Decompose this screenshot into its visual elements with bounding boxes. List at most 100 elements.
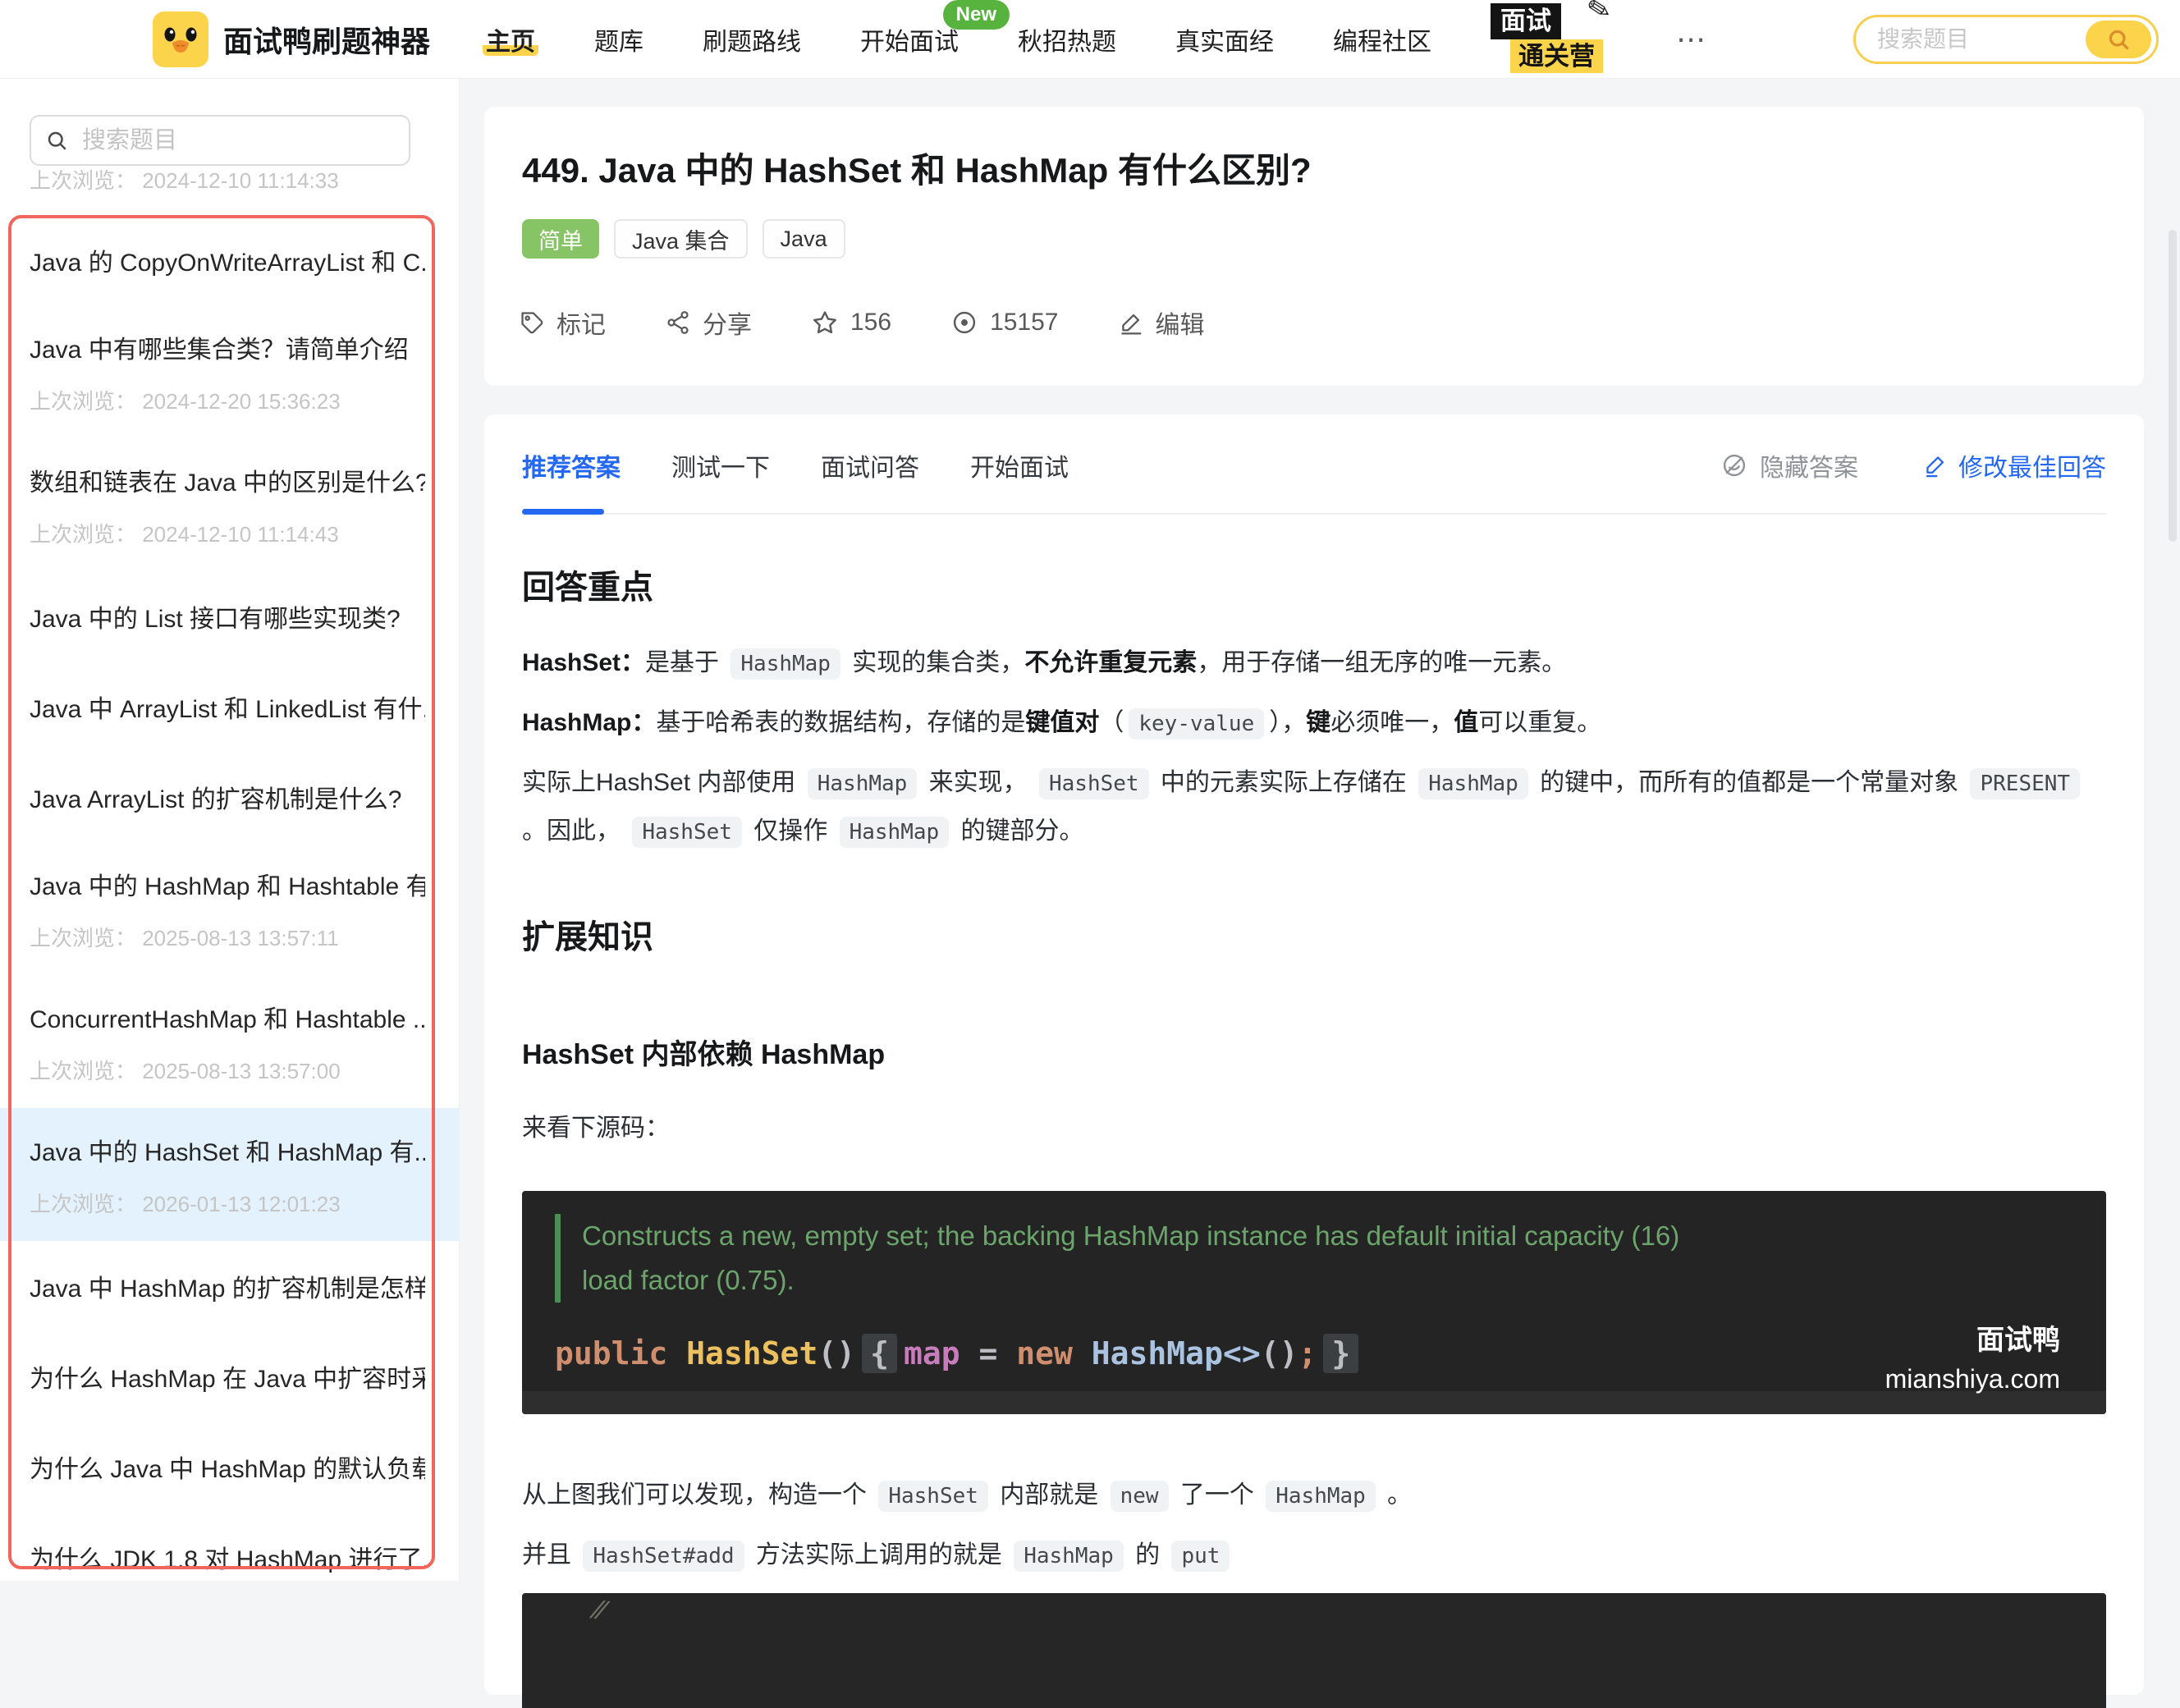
watermark: 面试鸭 mianshiya.com <box>1885 1317 2060 1394</box>
question-item-title: 为什么 HashMap 在 Java 中扩容时采... <box>30 1366 425 1393</box>
difficulty-badge: 简单 <box>522 219 599 259</box>
inline-code: HashMap <box>839 817 950 848</box>
camp-badge[interactable]: 面试 通关营 ✎ <box>1479 0 1619 76</box>
nav-more-button[interactable]: ⋯ <box>1676 22 1708 57</box>
quote-bar <box>555 1214 561 1303</box>
sidebar-search-input[interactable] <box>80 126 396 155</box>
edit-best-label: 修改最佳回答 <box>1958 455 2106 482</box>
hide-answer-button[interactable]: 隐藏答案 <box>1720 447 1858 483</box>
code-line: public HashSet(){map = new HashMap<>();} <box>555 1334 1365 1373</box>
nav-item-1[interactable]: 主页 <box>483 21 539 57</box>
inline-code: HashSet#add <box>583 1541 744 1572</box>
sidebar: 上次浏览： 2024-12-10 11:14:33 Java 的 CopyOnW… <box>0 79 460 1581</box>
question-header-card: 449. Java 中的 HashSet 和 HashMap 有什么区别? 简单… <box>484 107 2144 386</box>
inline-code: HashMap <box>1266 1481 1376 1512</box>
scrollbar-thumb[interactable] <box>2169 230 2177 542</box>
nav-item-7[interactable]: 编程社区 <box>1330 21 1435 57</box>
star-count: 156 <box>850 309 892 336</box>
question-actions: 标记 分享 156 15157 编辑 <box>519 305 2144 341</box>
hide-answer-label: 隐藏答案 <box>1760 455 1858 482</box>
nav-search-button[interactable] <box>2086 20 2151 58</box>
nav-search-input[interactable] <box>1875 25 2086 53</box>
question-list-item[interactable]: 为什么 JDK 1.8 对 HashMap 进行了... <box>0 1512 460 1602</box>
question-item-title: 数组和链表在 Java 中的区别是什么? <box>30 469 425 497</box>
page-title: 449. Java 中的 HashSet 和 HashMap 有什么区别? <box>522 151 1312 190</box>
views-item[interactable]: 15157 <box>950 309 1059 337</box>
question-list-item[interactable]: Java 中 ArrayList 和 LinkedList 有什... <box>0 662 460 752</box>
star-button[interactable]: 156 <box>811 309 891 337</box>
question-item-title: Java 中的 HashSet 和 HashMap 有... <box>30 1138 425 1166</box>
question-item-title: Java 中 ArrayList 和 LinkedList 有什... <box>30 696 425 723</box>
answer-content: 回答重点 HashSet：是基于 HashMap 实现的集合类，不允许重复元素，… <box>522 561 2106 1708</box>
tag-chip[interactable]: Java <box>762 219 845 259</box>
nav-search <box>1853 14 2159 64</box>
last-viewed-timestamp: 上次浏览： 2024-12-10 11:14:33 <box>30 168 339 193</box>
inline-code: key-value <box>1129 708 1265 740</box>
question-item-title: 为什么 Java 中 HashMap 的默认负载... <box>30 1456 425 1483</box>
paragraph: HashSet：是基于 HashMap 实现的集合类，不允许重复元素，用于存储一… <box>522 639 2106 688</box>
nav-item-5[interactable]: 秋招热题 <box>1014 21 1120 57</box>
edit-label: 编辑 <box>1155 312 1205 339</box>
paragraph: HashMap：基于哈希表的数据结构，存储的是键值对（ key-value ），键必… <box>522 699 2106 748</box>
sidebar-search <box>30 115 410 166</box>
tab-3[interactable]: 面试问答 <box>821 447 919 483</box>
last-viewed-timestamp: 上次浏览： 2024-12-10 11:14:43 <box>30 521 339 547</box>
nav-item-label: 刷题路线 <box>703 28 802 56</box>
question-item-title: Java 中有哪些集合类？请简单介绍 <box>30 336 409 364</box>
question-list-item[interactable]: Java 中 HashMap 的扩容机制是怎样... <box>0 1241 460 1331</box>
last-viewed-timestamp: 上次浏览： 2025-08-13 13:57:11 <box>30 925 339 950</box>
question-list-item[interactable]: 数组和链表在 Java 中的区别是什么? 上次浏览： 2024-12-10 11:… <box>0 438 460 571</box>
paragraph: 并且 HashSet#add 方法实际上调用的就是 HashMap 的 put <box>522 1532 2106 1580</box>
answer-card: 推荐答案 测试一下 面试问答 开始面试 隐藏答案 修改最佳回答 回答重点 Has… <box>484 414 2144 1708</box>
nav-item-3[interactable]: 刷题路线 <box>699 21 804 57</box>
inline-code: HashMap <box>807 768 918 799</box>
inline-code: HashMap <box>1014 1541 1124 1572</box>
new-badge: New <box>942 0 1010 30</box>
question-list-item[interactable]: Java 的 CopyOnWriteArrayList 和 C... <box>0 215 460 305</box>
question-list-item[interactable]: 为什么 Java 中 HashMap 的默认负载... <box>0 1422 460 1512</box>
tab-4[interactable]: 开始面试 <box>970 447 1069 483</box>
question-list-item[interactable]: 为什么 HashMap 在 Java 中扩容时采... <box>0 1331 460 1422</box>
nav-item-6[interactable]: 真实面经 <box>1172 21 1277 57</box>
edit-button[interactable]: 编辑 <box>1118 305 1205 341</box>
camp-badge-bottom: 通关营 <box>1510 39 1604 74</box>
answer-toolbar: 隐藏答案 修改最佳回答 <box>1720 447 2106 483</box>
inline-code: put <box>1171 1541 1230 1572</box>
last-viewed-timestamp: 上次浏览： 2026-01-13 12:01:23 <box>30 1191 341 1216</box>
watermark-domain: mianshiya.com <box>1885 1364 2060 1394</box>
nav-item-label: 开始面试 <box>860 28 959 56</box>
question-list-item[interactable]: Java 中的 HashMap 和 Hashtable 有... 上次浏览： 20… <box>0 842 460 975</box>
duck-logo-icon[interactable] <box>153 11 208 67</box>
question-list-item[interactable]: Java 中有哪些集合类？请简单介绍 上次浏览： 2024-12-20 15:36… <box>0 305 460 438</box>
nav-menu: 主页 题库 刷题路线 开始面试 New 秋招热题 真实面经 编程社区 <box>483 0 1435 57</box>
code-screenshot-partial: ⁄⁄ <box>522 1593 2106 1708</box>
inline-code: new <box>1110 1481 1169 1512</box>
tag-chip[interactable]: Java 集合 <box>614 219 748 259</box>
section-heading-key-points: 回答重点 <box>522 570 653 606</box>
question-list-item[interactable]: Java ArrayList 的扩容机制是什么? <box>0 752 460 842</box>
nav-item-label: 真实面经 <box>1175 28 1275 56</box>
question-list-item[interactable]: Java 中的 HashSet 和 HashMap 有... 上次浏览： 2026… <box>0 1108 460 1241</box>
top-nav: 面试鸭刷题神器 主页 题库 刷题路线 开始面试 New 秋招热题 真实面经 编程社区 面试 通… <box>0 0 2180 79</box>
code-comment: Constructs a new, empty set; the backing… <box>555 1214 1679 1303</box>
tab-1[interactable]: 推荐答案 <box>522 447 621 483</box>
camp-badge-top: 面试 <box>1491 2 1562 39</box>
mark-button[interactable]: 标记 <box>519 305 606 341</box>
share-button[interactable]: 分享 <box>665 305 752 341</box>
nav-item-label: 题库 <box>594 28 644 56</box>
question-list: Java 的 CopyOnWriteArrayList 和 C... Java 中… <box>0 215 460 1602</box>
edit-best-answer-link[interactable]: 修改最佳回答 <box>1922 447 2106 483</box>
share-label: 分享 <box>703 312 752 339</box>
nav-item-4[interactable]: 开始面试 New <box>857 0 1010 57</box>
inline-code: HashSet <box>632 817 742 848</box>
nav-item-2[interactable]: 题库 <box>591 21 647 57</box>
edit-pencil-icon <box>1922 452 1949 479</box>
last-viewed-timestamp: 上次浏览： 2024-12-20 15:36:23 <box>30 388 341 414</box>
inline-code: HashSet <box>878 1481 988 1512</box>
edit-pencil-icon <box>1118 309 1144 336</box>
mark-label: 标记 <box>556 312 606 339</box>
question-list-item[interactable]: ConcurrentHashMap 和 Hashtable ... 上次浏览： 2… <box>0 975 460 1108</box>
question-list-item[interactable]: Java 中的 List 接口有哪些实现类? <box>0 571 460 662</box>
tab-2[interactable]: 测试一下 <box>671 447 770 483</box>
star-icon <box>811 309 839 337</box>
